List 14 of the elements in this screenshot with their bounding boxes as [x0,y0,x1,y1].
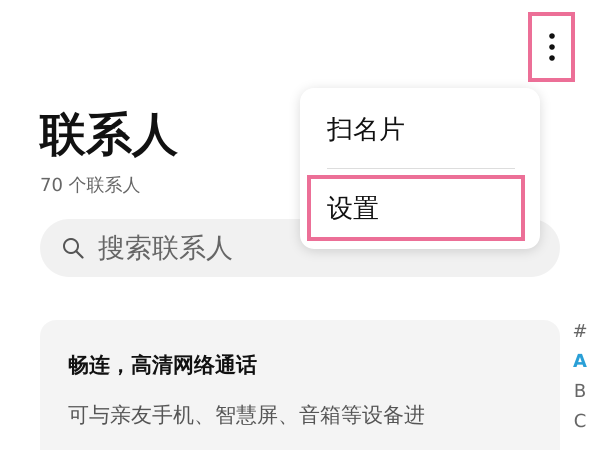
contact-count: 70 个联系人 [40,174,142,198]
index-letter[interactable]: # [572,320,588,344]
index-letter[interactable]: C [574,410,586,434]
card-title: 畅连，高清网络通话 [68,352,258,379]
search-icon [62,237,84,259]
menu-item[interactable]: 设置 [307,175,525,241]
more-icon [548,33,554,61]
menu-item[interactable]: 扫名片 [307,96,525,162]
index-letter[interactable]: A [573,350,587,374]
more-button[interactable] [528,12,575,82]
card-text: 可与亲友手机、智慧屏、音箱等设备进 [68,402,426,429]
promo-card[interactable]: 畅连，高清网络通话 可与亲友手机、智慧屏、音箱等设备进 [40,320,560,450]
index-letter[interactable]: B [574,380,586,404]
page-title: 联系人 [40,106,178,162]
